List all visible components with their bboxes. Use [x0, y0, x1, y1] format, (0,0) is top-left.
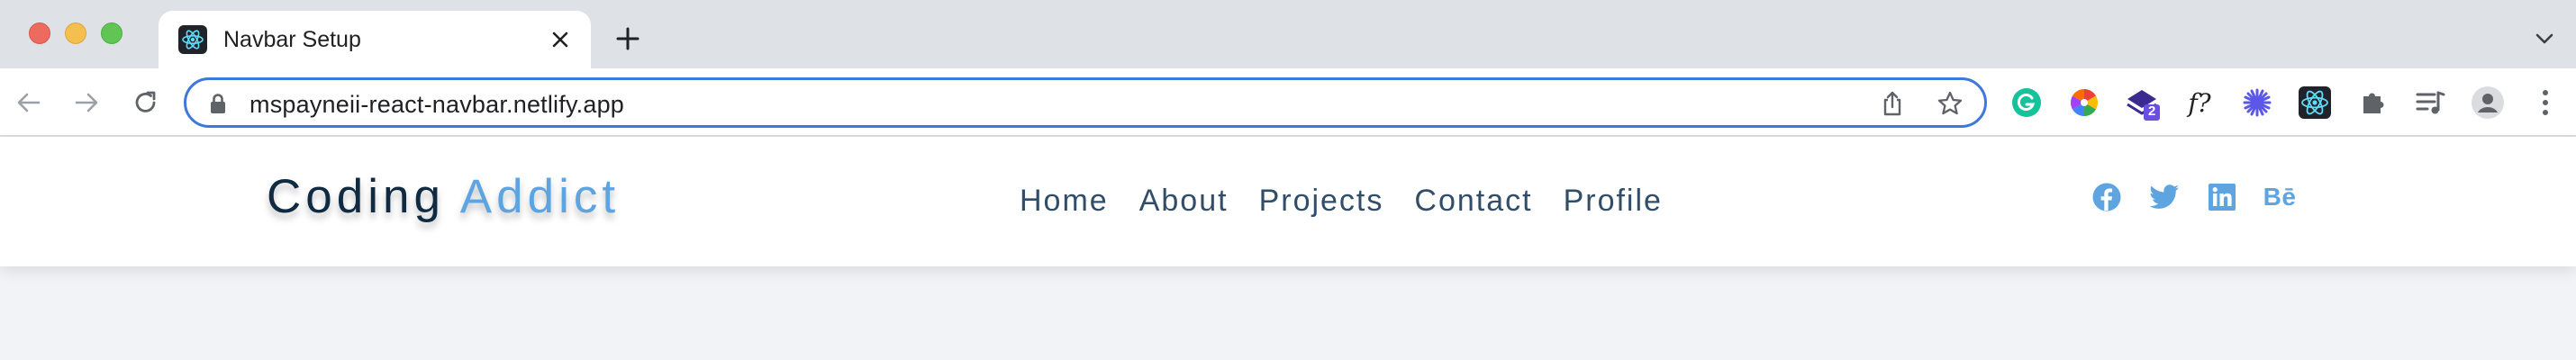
address-bar[interactable]: mspayneii-react-navbar.netlify.app: [184, 77, 1987, 128]
nav-link-profile[interactable]: Profile: [1564, 184, 1663, 219]
bookmark-star-icon[interactable]: [1936, 89, 1964, 118]
reading-list-icon[interactable]: [2412, 85, 2448, 121]
url-text[interactable]: mspayneii-react-navbar.netlify.app: [249, 91, 624, 119]
reload-button[interactable]: [130, 86, 162, 119]
font-identifier-icon[interactable]: f?: [2181, 85, 2218, 121]
ext-f-label: f?: [2188, 87, 2211, 118]
sparkle-icon[interactable]: [2239, 85, 2275, 121]
twitter-icon[interactable]: [2149, 182, 2180, 212]
social-links: Bē: [2091, 182, 2296, 212]
close-tab-icon[interactable]: [546, 25, 575, 54]
nav-link-projects[interactable]: Projects: [1259, 184, 1384, 219]
grammarly-icon[interactable]: [2009, 85, 2045, 121]
react-icon: [178, 25, 207, 54]
linkedin-icon[interactable]: [2207, 182, 2237, 212]
maximize-window-button[interactable]: [101, 22, 122, 44]
puzzle-extensions-icon[interactable]: [2354, 85, 2390, 121]
tab-title: Navbar Setup: [223, 27, 361, 52]
logo-accent: Addict: [459, 170, 621, 223]
site-logo[interactable]: Coding Addict: [267, 169, 620, 224]
nav-link-home[interactable]: Home: [1020, 184, 1109, 219]
nav-link-about[interactable]: About: [1139, 184, 1229, 219]
back-button[interactable]: [13, 86, 45, 119]
react-devtools-icon[interactable]: [2297, 85, 2333, 121]
kebab-menu-icon[interactable]: [2527, 85, 2563, 121]
extension-badge: 2: [2148, 104, 2156, 119]
lock-icon[interactable]: [208, 93, 228, 114]
layers-extension-icon[interactable]: 2: [2124, 85, 2160, 121]
facebook-icon[interactable]: [2091, 182, 2122, 212]
nav-link-contact[interactable]: Contact: [1414, 184, 1532, 219]
behance-icon[interactable]: Bē: [2263, 182, 2296, 212]
close-window-button[interactable]: [29, 22, 50, 44]
chevron-down-icon[interactable]: [2531, 25, 2558, 52]
logo-primary: Coding: [267, 170, 445, 223]
minimize-window-button[interactable]: [65, 22, 86, 44]
site-navbar: Coding Addict Home About Projects Contac…: [0, 137, 2576, 266]
nav-links: Home About Projects Contact Profile: [1020, 184, 1663, 219]
tab-strip: Navbar Setup: [0, 0, 2576, 68]
forward-button[interactable]: [70, 86, 103, 119]
share-icon[interactable]: [1878, 89, 1907, 118]
color-picker-icon[interactable]: [2066, 85, 2102, 121]
profile-avatar-icon[interactable]: [2470, 85, 2506, 121]
tab-active[interactable]: Navbar Setup: [159, 11, 591, 68]
new-tab-button[interactable]: [612, 23, 643, 54]
